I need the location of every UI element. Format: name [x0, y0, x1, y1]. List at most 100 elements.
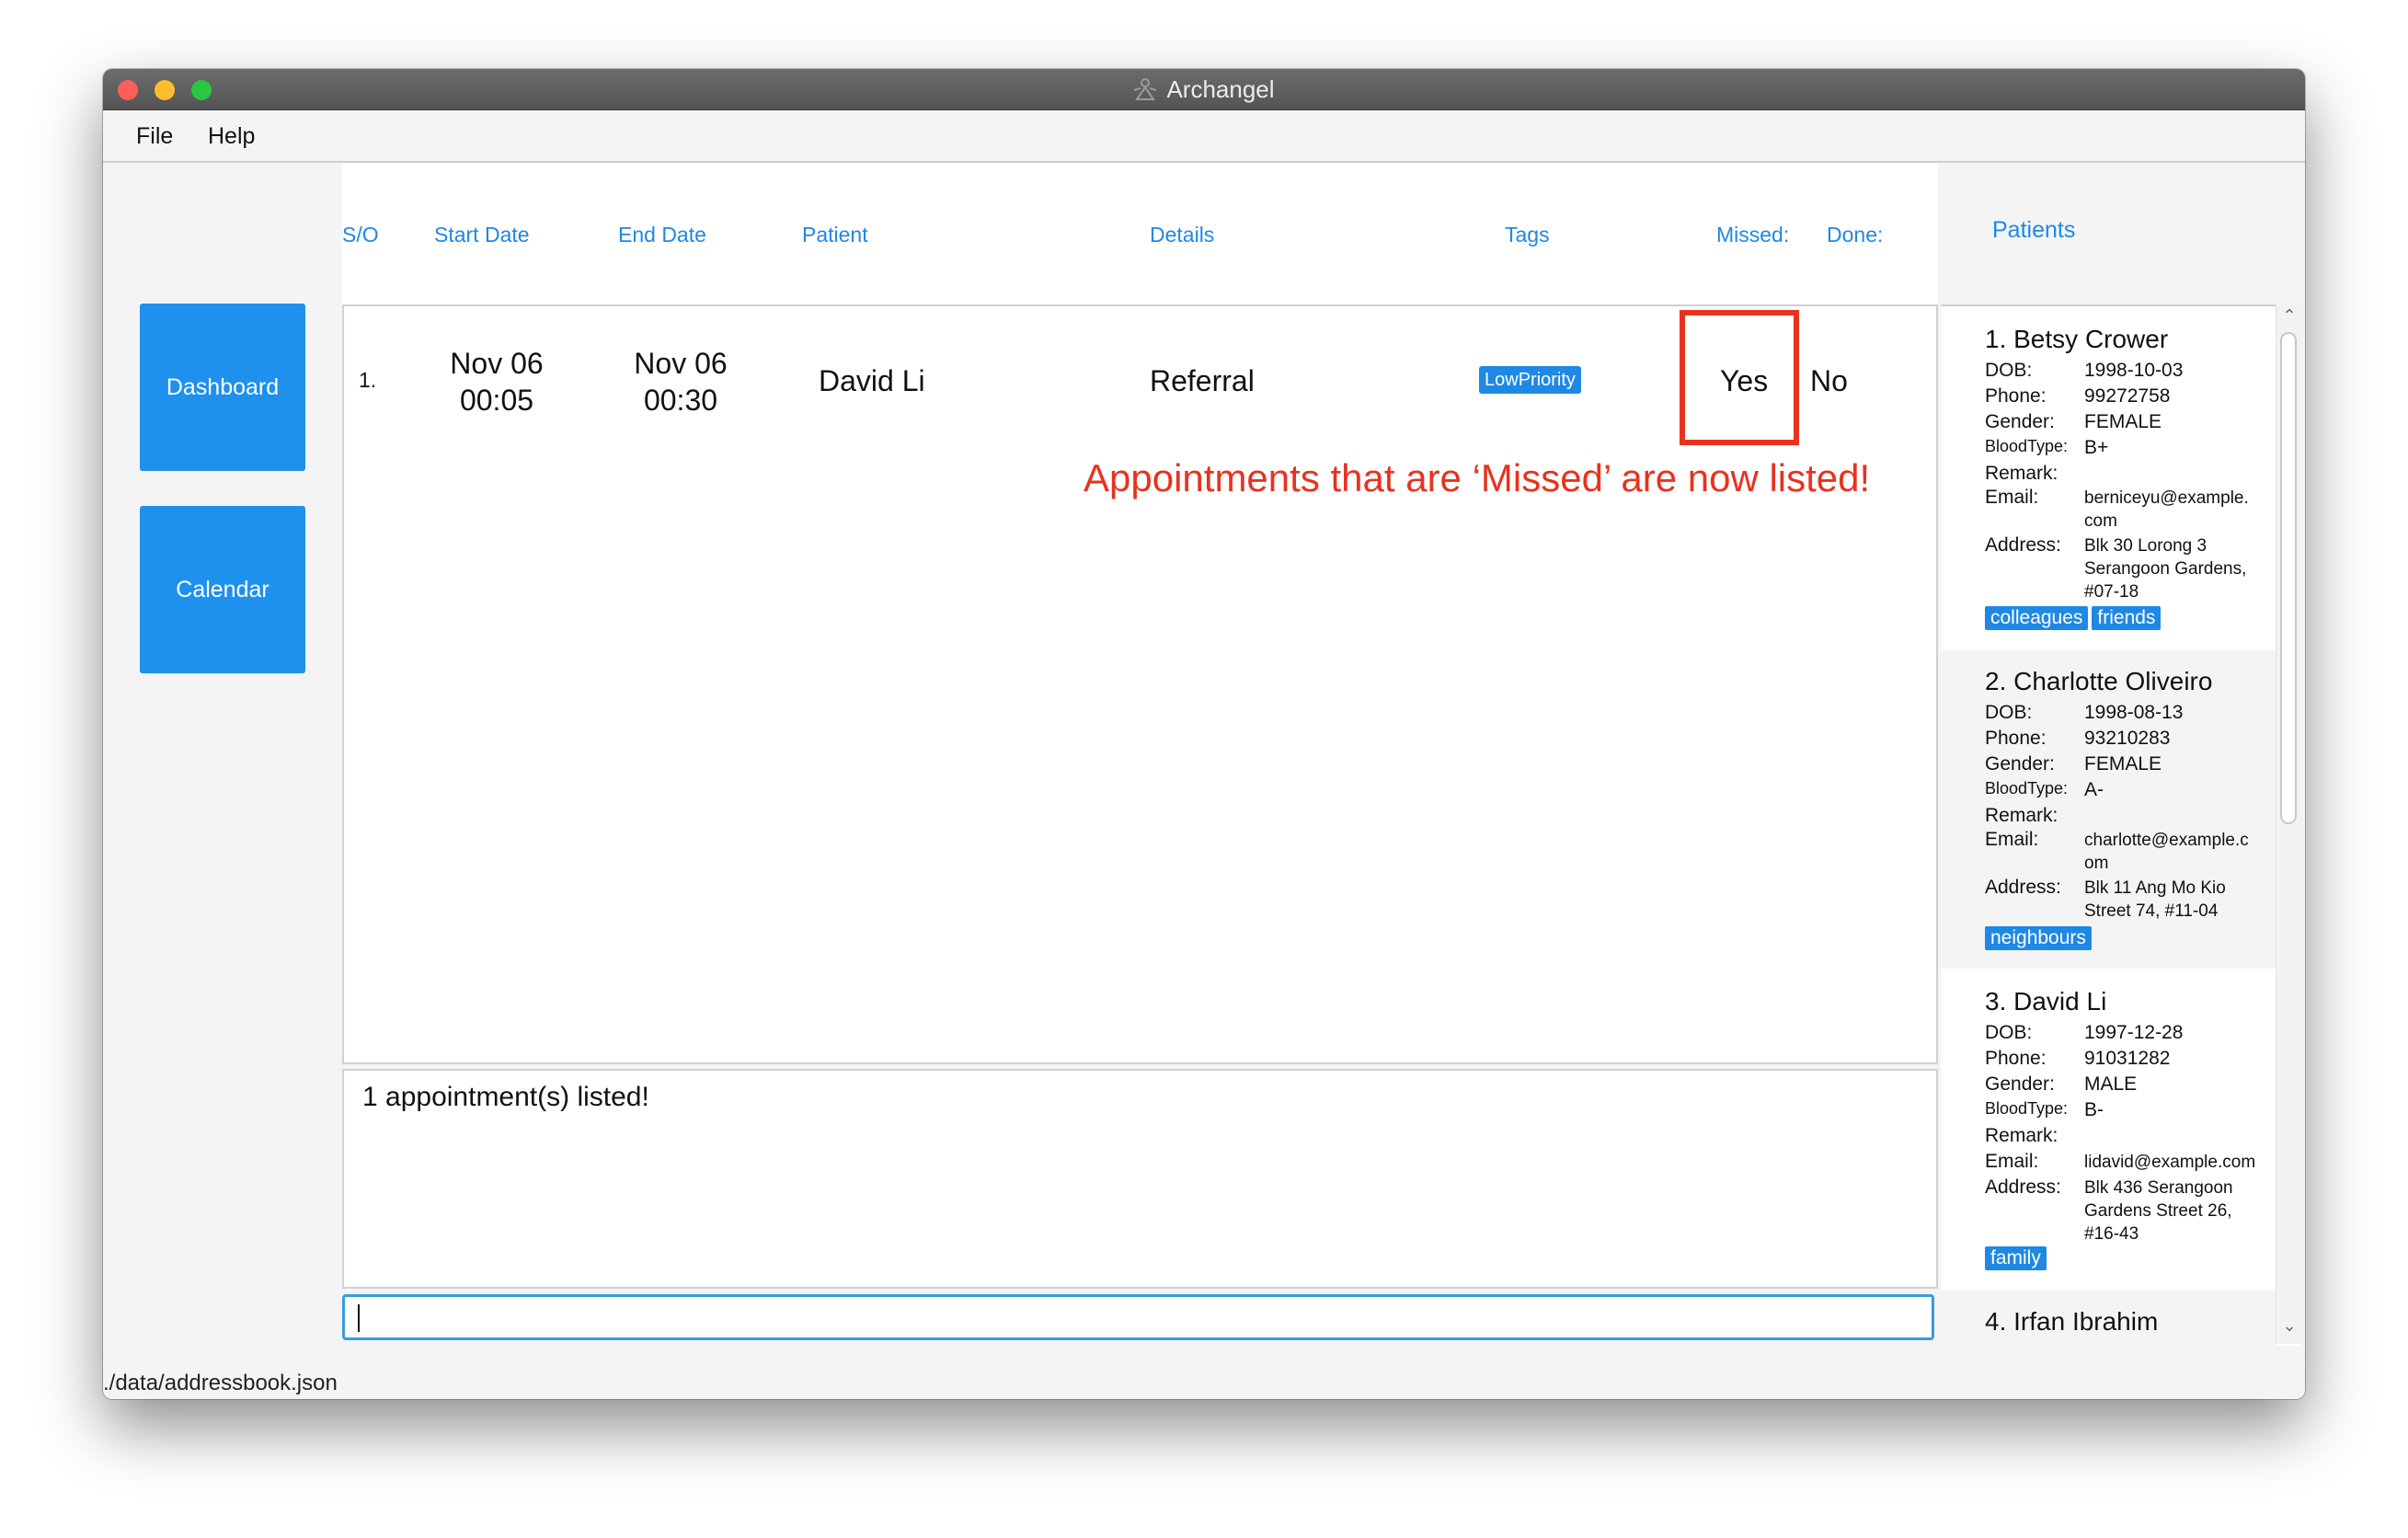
email-line: charlotte@example.c [2084, 831, 2249, 850]
dob-label: DOB: [1985, 702, 2033, 723]
address-line: Blk 436 Serangoon [2084, 1178, 2233, 1198]
column-header-missed: Missed: [1716, 223, 1790, 247]
appointment-done: No [1810, 364, 1848, 397]
address-value: Blk 436 Serangoon Gardens Street 26, #16… [2084, 1176, 2273, 1245]
address-line: Blk 30 Lorong 3 [2084, 536, 2207, 556]
dashboard-button[interactable]: Dashboard [140, 304, 305, 471]
dob-label: DOB: [1985, 1022, 2033, 1043]
bloodtype-label: BloodType: [1985, 437, 2069, 455]
email-line: com [2084, 511, 2117, 531]
email-label: Email: [1985, 1151, 2039, 1172]
patient-name: 2. Charlotte Oliveiro [1985, 667, 2213, 695]
column-header-so: S/O [342, 223, 379, 247]
email-label: Email: [1985, 829, 2039, 850]
appointment-end: Nov 06 00:30 [607, 345, 754, 419]
missed-highlight-box [1680, 310, 1799, 445]
scroll-thumb[interactable] [2280, 332, 2297, 824]
phone-value: 93210283 [2084, 728, 2171, 749]
phone-label: Phone: [1985, 1048, 2047, 1069]
appointment-start-time: 00:05 [459, 384, 534, 417]
address-line: Blk 11 Ang Mo Kio [2084, 878, 2226, 898]
address-value: Blk 11 Ang Mo Kio Street 74, #11-04 [2084, 877, 2273, 923]
remark-label: Remark: [1985, 805, 2058, 826]
bloodtype-label: BloodType: [1985, 779, 2069, 798]
address-line: #07-18 [2084, 582, 2139, 602]
patient-tags: neighbours [1985, 926, 2092, 950]
bloodtype-value: A- [2084, 779, 2104, 800]
calendar-button[interactable]: Calendar [140, 506, 305, 673]
patient-tag: friends [2092, 606, 2161, 630]
address-line: Serangoon Gardens, [2084, 559, 2247, 579]
dob-value: 1998-08-13 [2084, 702, 2184, 723]
address-line: Gardens Street 26, [2084, 1201, 2232, 1221]
email-value: berniceyu@example. com [2084, 487, 2273, 533]
phone-value: 91031282 [2084, 1048, 2171, 1069]
address-label: Address: [1985, 877, 2061, 898]
column-header-done: Done: [1827, 223, 1884, 247]
appointment-index: 1. [359, 368, 377, 392]
menu-bar: File Help [103, 110, 2305, 163]
patient-card[interactable]: 3. David Li DOB: 1997-12-28 Phone: 91031… [1941, 970, 2277, 1289]
scroll-up-arrow-icon[interactable]: ⌃ [2280, 306, 2299, 325]
dob-value: 1998-10-03 [2084, 360, 2184, 381]
status-bar-path: ./data/addressbook.json [103, 1371, 338, 1395]
remark-label: Remark: [1985, 1125, 2058, 1146]
appointment-header [342, 163, 1938, 305]
text-caret [358, 1304, 360, 1332]
appointment-tag: LowPriority [1479, 366, 1581, 394]
email-label: Email: [1985, 487, 2039, 508]
email-line: berniceyu@example. [2084, 488, 2249, 508]
patient-card[interactable]: 1. Betsy Crower DOB: 1998-10-03 Phone: 9… [1941, 306, 2277, 648]
phone-label: Phone: [1985, 728, 2047, 749]
patient-tags: colleagues friends [1985, 606, 2161, 630]
column-header-end-date: End Date [618, 223, 706, 247]
result-display: 1 appointment(s) listed! [342, 1069, 1938, 1289]
gender-value: FEMALE [2084, 753, 2162, 775]
patient-list-scrollbar[interactable]: ⌃ ⌄ [2276, 304, 2302, 1344]
patient-list[interactable]: 1. Betsy Crower DOB: 1998-10-03 Phone: 9… [1941, 304, 2301, 1346]
window-title-group: Archangel [103, 69, 2305, 109]
command-input[interactable] [342, 1294, 1934, 1340]
menu-file[interactable]: File [136, 123, 173, 150]
window-title: Archangel [1166, 75, 1275, 103]
patient-card[interactable]: 2. Charlotte Oliveiro DOB: 1998-08-13 Ph… [1941, 650, 2277, 969]
patient-tag: colleagues [1985, 606, 2089, 630]
menu-help[interactable]: Help [208, 123, 255, 150]
patient-tag: neighbours [1985, 926, 2092, 950]
email-line: lidavid@example.com [2084, 1153, 2256, 1172]
appointment-patient: David Li [819, 364, 925, 397]
missed-annotation: Appointments that are ‘Missed’ are now l… [1084, 456, 1871, 499]
phone-value: 99272758 [2084, 385, 2171, 407]
patients-title: Patients [1992, 217, 2076, 243]
column-header-patient: Patient [802, 223, 868, 247]
patient-tag: family [1985, 1246, 2047, 1270]
remark-label: Remark: [1985, 463, 2058, 484]
dob-value: 1997-12-28 [2084, 1022, 2184, 1043]
patient-name: 1. Betsy Crower [1985, 325, 2169, 353]
address-line: Street 74, #11-04 [2084, 901, 2219, 921]
email-line: om [2084, 854, 2109, 873]
bloodtype-value: B+ [2084, 437, 2109, 458]
appointment-end-time: 00:30 [643, 384, 718, 417]
appointment-start-date: Nov 06 [450, 347, 544, 380]
patient-name: 4. Irfan Ibrahim [1985, 1307, 2159, 1336]
appointment-start: Nov 06 00:05 [423, 345, 570, 419]
gender-label: Gender: [1985, 411, 2055, 432]
column-header-details: Details [1150, 223, 1215, 247]
scroll-down-arrow-icon[interactable]: ⌄ [2280, 1316, 2299, 1335]
gender-label: Gender: [1985, 753, 2055, 775]
email-value: charlotte@example.c om [2084, 829, 2273, 875]
title-bar[interactable]: Archangel [103, 69, 2305, 110]
archangel-logo-icon [1134, 78, 1157, 100]
bloodtype-label: BloodType: [1985, 1099, 2069, 1118]
address-line: #16-43 [2084, 1224, 2139, 1244]
dob-label: DOB: [1985, 360, 2033, 381]
bloodtype-value: B- [2084, 1099, 2104, 1120]
column-header-tags: Tags [1505, 223, 1550, 247]
address-label: Address: [1985, 1176, 2061, 1198]
gender-value: MALE [2084, 1073, 2138, 1095]
patient-card[interactable]: 4. Irfan Ibrahim [1941, 1291, 2277, 1346]
address-value: Blk 30 Lorong 3 Serangoon Gardens, #07-1… [2084, 534, 2273, 603]
gender-value: FEMALE [2084, 411, 2162, 432]
result-message: 1 appointment(s) listed! [362, 1082, 649, 1112]
